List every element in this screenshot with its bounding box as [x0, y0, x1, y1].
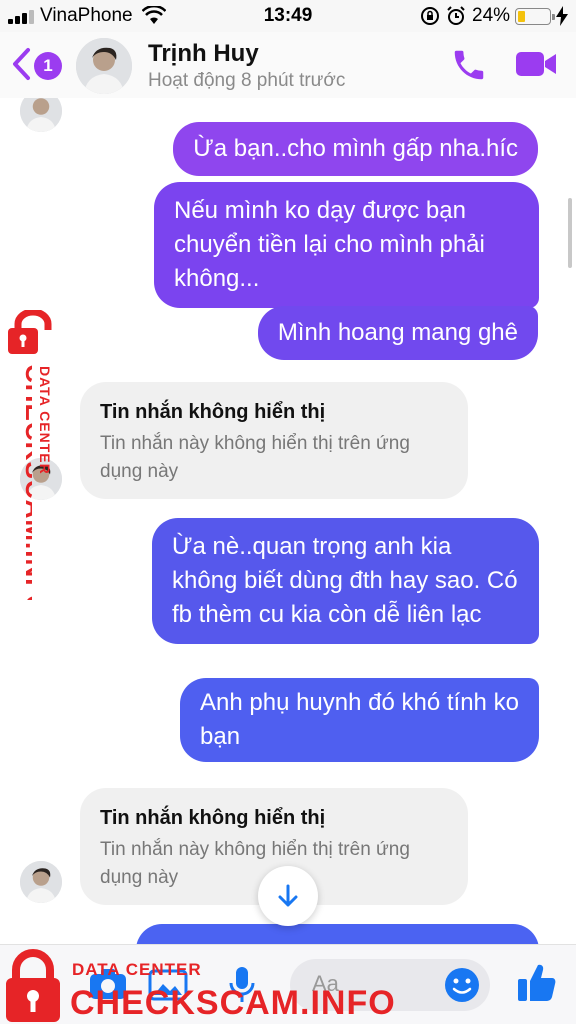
watermark-label-vertical: DATA CENTER	[37, 366, 53, 475]
lock-icon	[8, 310, 52, 354]
outgoing-message[interactable]: Mình hoang mang ghê	[257, 306, 538, 360]
status-bar: VinaPhone 13:49 24%	[0, 0, 576, 32]
scroll-to-bottom-button[interactable]	[258, 866, 318, 926]
video-camera-icon[interactable]	[514, 48, 558, 80]
watermark-bottom: DATA CENTER CHECKSCAM.INFO	[0, 944, 576, 1024]
watermark-brand-vertical: CHECKSCAM.INFO	[20, 364, 32, 600]
alarm-icon	[447, 6, 465, 25]
contact-name[interactable]: Trịnh Huy	[148, 40, 259, 68]
incoming-hidden-message[interactable]: Tin nhắn không hiển thị Tin nhắn này khô…	[80, 382, 468, 499]
charging-icon	[556, 6, 568, 26]
chevron-down-icon	[278, 884, 298, 907]
hidden-message-body: Tin nhắn này không hiển thị trên ứng dụn…	[100, 433, 410, 482]
watermark-side: CHECKSCAM.INFO DATA CENTER	[0, 310, 66, 600]
watermark-brand: CHECKSCAM.INFO	[70, 984, 396, 1022]
conversation-header: 1 Trịnh Huy Hoạt động 8 phút trước	[0, 32, 576, 98]
outgoing-message-partial[interactable]	[136, 924, 539, 944]
phone-icon[interactable]	[450, 46, 488, 84]
hidden-message-title: Tin nhắn không hiển thị	[100, 401, 326, 423]
contact-avatar-small[interactable]	[20, 98, 62, 132]
message-list[interactable]: Ừa bạn..cho mình gấp nha.híc Nếu mình ko…	[0, 98, 576, 944]
hidden-message-title: Tin nhắn không hiển thị	[100, 807, 326, 829]
svg-text:CHECKSCAM.INFO: CHECKSCAM.INFO	[20, 364, 32, 600]
outgoing-message[interactable]: Ừa nè..quan trọng anh kia không biết dùn…	[152, 518, 539, 644]
battery-icon	[515, 8, 555, 25]
outgoing-message[interactable]: Nếu mình ko dạy được bạn chuyển tiền lại…	[154, 182, 539, 308]
svg-text:DATA CENTER: DATA CENTER	[37, 366, 53, 475]
unread-count-badge[interactable]: 1	[34, 52, 62, 80]
active-status: Hoạt động 8 phút trước	[148, 70, 346, 91]
rotation-lock-icon	[421, 7, 439, 25]
contact-avatar[interactable]	[76, 38, 132, 94]
outgoing-message[interactable]: Anh phụ huynh đó khó tính ko bạn	[180, 678, 539, 762]
contact-avatar-small[interactable]	[20, 861, 62, 903]
watermark-label: DATA CENTER	[72, 960, 202, 979]
battery-percent: 24%	[472, 5, 511, 26]
lock-icon	[6, 949, 60, 1022]
outgoing-message[interactable]: Ừa bạn..cho mình gấp nha.híc	[173, 122, 538, 176]
scrollbar[interactable]	[568, 198, 572, 268]
back-icon[interactable]	[10, 46, 32, 82]
